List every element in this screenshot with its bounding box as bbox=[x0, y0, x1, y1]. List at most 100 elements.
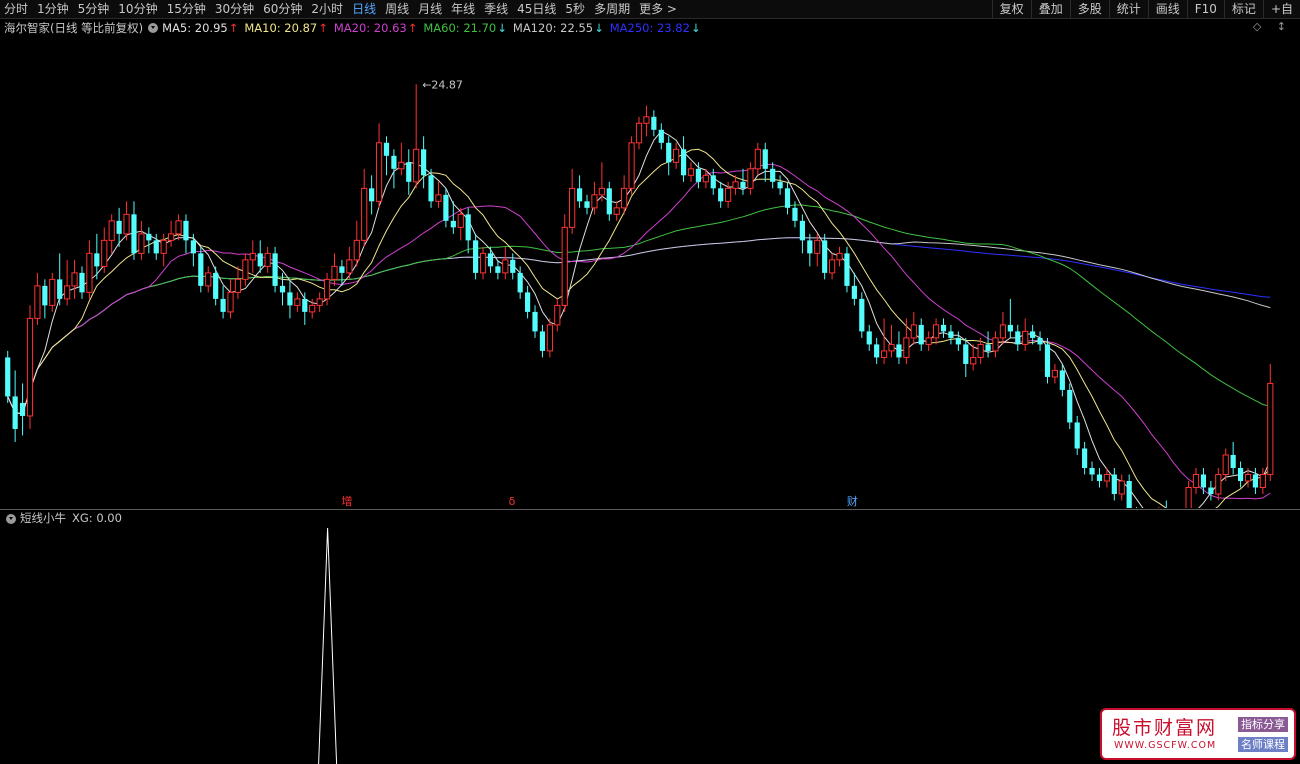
candle-body bbox=[473, 240, 479, 273]
period-tab-16[interactable]: 更多 > bbox=[635, 0, 682, 19]
watermark-logo: 股市财富网 WWW.GSCFW.COM 指标分享 名师课程 bbox=[1100, 708, 1296, 760]
tool-button-5[interactable]: F10 bbox=[1186, 0, 1224, 19]
candlestick-chart[interactable]: ←24.87←19.86增δ财 bbox=[0, 38, 1300, 508]
candle-body bbox=[569, 187, 576, 228]
period-tab-5[interactable]: 30分钟 bbox=[211, 0, 259, 19]
candle-body bbox=[1192, 473, 1200, 488]
candle-body bbox=[287, 292, 293, 306]
legend-dropdown-icon[interactable] bbox=[148, 23, 159, 33]
candle-body bbox=[443, 194, 449, 221]
candle-body bbox=[220, 298, 226, 312]
candle-body bbox=[1022, 330, 1029, 345]
candle-body bbox=[792, 207, 798, 221]
candle-body bbox=[309, 304, 316, 313]
period-tab-9[interactable]: 周线 bbox=[381, 0, 414, 19]
candle-body bbox=[510, 259, 516, 273]
candle-body bbox=[465, 214, 471, 241]
indicator-dropdown-icon[interactable] bbox=[6, 514, 16, 524]
candle-body bbox=[495, 266, 501, 273]
tool-button-4[interactable]: 画线 bbox=[1147, 0, 1187, 19]
candle-body bbox=[999, 324, 1007, 339]
candle-body bbox=[116, 220, 122, 234]
tool-button-2[interactable]: 多股 bbox=[1069, 0, 1109, 19]
candle-body bbox=[1215, 473, 1222, 495]
tool-button-0[interactable]: 复权 bbox=[991, 0, 1031, 19]
candle-body bbox=[1074, 422, 1080, 449]
tool-button-7[interactable]: +自 bbox=[1262, 0, 1300, 19]
candle-body bbox=[517, 272, 523, 293]
ma-legend-3: MA60: 21.70↓ bbox=[423, 19, 507, 37]
candle-body bbox=[955, 337, 961, 345]
candle-body bbox=[479, 252, 487, 274]
candle-body bbox=[836, 252, 843, 261]
candle-body bbox=[1089, 467, 1095, 475]
ma120-line bbox=[7, 237, 1271, 415]
ma-legend-value: MA5: 20.95 bbox=[162, 21, 228, 35]
candle-body bbox=[361, 187, 368, 241]
tool-button-3[interactable]: 统计 bbox=[1108, 0, 1148, 19]
ma-trend-arrow-icon: ↓ bbox=[594, 21, 604, 35]
ma60-line bbox=[7, 204, 1271, 415]
candle-body bbox=[859, 298, 865, 332]
candle-body bbox=[710, 175, 716, 189]
candle-body bbox=[205, 272, 212, 287]
candle-body bbox=[1208, 487, 1214, 494]
period-tab-14[interactable]: 5秒 bbox=[561, 0, 590, 19]
period-tab-10[interactable]: 月线 bbox=[414, 0, 447, 19]
candle-body bbox=[1051, 369, 1059, 378]
candle-body bbox=[160, 239, 167, 254]
period-tab-2[interactable]: 5分钟 bbox=[74, 0, 115, 19]
candle-body bbox=[1007, 324, 1013, 332]
main-legend: 海尔智家(日线 等比前复权) MA5: 20.95↑ MA10: 20.87↑ MA… bbox=[4, 19, 707, 37]
candle-body bbox=[242, 259, 249, 280]
period-tab-6[interactable]: 60分钟 bbox=[259, 0, 307, 19]
candle-body bbox=[1015, 331, 1021, 345]
candle-body bbox=[86, 252, 93, 293]
tool-button-6[interactable]: 标记 bbox=[1223, 0, 1263, 19]
period-tab-4[interactable]: 15分钟 bbox=[163, 0, 211, 19]
candle-body bbox=[398, 161, 405, 170]
event-marker: 财 bbox=[847, 494, 858, 508]
candle-body bbox=[190, 240, 196, 254]
candle-body bbox=[1230, 454, 1236, 468]
candle-body bbox=[718, 188, 724, 202]
pane-divider[interactable] bbox=[0, 509, 1300, 510]
ma-legend-5: MA250: 23.82↓ bbox=[610, 19, 701, 37]
candle-body bbox=[628, 142, 635, 189]
candle-body bbox=[1244, 473, 1252, 482]
candle-body bbox=[844, 253, 850, 286]
period-tab-3[interactable]: 10分钟 bbox=[114, 0, 162, 19]
watermark-url: WWW.GSCFW.COM bbox=[1114, 740, 1217, 751]
candle-body bbox=[643, 116, 650, 124]
period-tab-15[interactable]: 多周期 bbox=[590, 0, 635, 19]
candle-body bbox=[754, 148, 761, 170]
candle-body bbox=[12, 396, 18, 429]
candle-body bbox=[606, 188, 612, 215]
period-tab-7[interactable]: 2小时 bbox=[307, 0, 348, 19]
candle-body bbox=[457, 213, 464, 228]
candle-body bbox=[725, 187, 732, 202]
corner-icons[interactable]: ◇ ↕ bbox=[1253, 20, 1292, 33]
candle-body bbox=[383, 142, 390, 156]
candle-body bbox=[1267, 382, 1274, 475]
candle-body bbox=[747, 168, 754, 189]
candle-body bbox=[353, 239, 360, 261]
candle-body bbox=[977, 343, 984, 358]
candle-body bbox=[331, 265, 338, 280]
period-tab-8[interactable]: 日线 bbox=[348, 0, 381, 19]
candle-body bbox=[822, 240, 828, 273]
period-tab-11[interactable]: 年线 bbox=[447, 0, 480, 19]
candle-body bbox=[910, 324, 917, 339]
period-tab-0[interactable]: 分时 bbox=[0, 0, 33, 19]
candle-body bbox=[1030, 331, 1036, 338]
candle-body bbox=[227, 291, 234, 313]
period-tab-13[interactable]: 45日线 bbox=[513, 0, 561, 19]
candle-body bbox=[108, 220, 115, 241]
candle-body bbox=[777, 181, 783, 189]
tool-button-1[interactable]: 叠加 bbox=[1030, 0, 1070, 19]
watermark-brand: 股市财富网 bbox=[1112, 717, 1218, 739]
period-tab-12[interactable]: 季线 bbox=[480, 0, 513, 19]
candle-body bbox=[294, 298, 301, 306]
candle-body bbox=[34, 285, 41, 319]
period-tab-1[interactable]: 1分钟 bbox=[33, 0, 74, 19]
